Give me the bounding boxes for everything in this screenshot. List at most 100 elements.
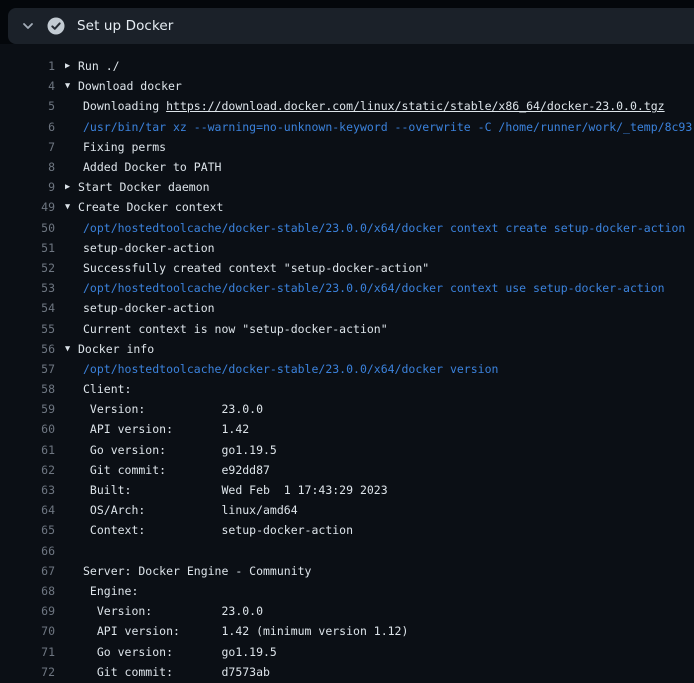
log-line-number[interactable]: 69 [0, 604, 55, 618]
log-line-number[interactable]: 62 [0, 463, 55, 477]
log-text-prefix: Downloading [83, 99, 166, 113]
log-line-number[interactable]: 56 [0, 342, 55, 356]
log-line: 65 Context: setup-docker-action [0, 520, 694, 540]
group-expanded-arrow-icon[interactable]: ▼ [65, 81, 78, 91]
log-line-number[interactable]: 52 [0, 261, 55, 275]
log-command-text: /opt/hostedtoolcache/docker-stable/23.0.… [83, 362, 498, 376]
log-line-number[interactable]: 66 [0, 544, 55, 558]
log-line-number[interactable]: 49 [0, 200, 55, 214]
log-line-number[interactable]: 70 [0, 624, 55, 638]
log-line: 63 Built: Wed Feb 1 17:43:29 2023 [0, 480, 694, 500]
group-expanded-arrow-icon[interactable]: ▼ [65, 344, 78, 354]
log-line: 6/usr/bin/tar xz --warning=no-unknown-ke… [0, 117, 694, 137]
log-line-number[interactable]: 7 [0, 140, 55, 154]
group-collapsed-arrow-icon[interactable]: ▶ [65, 61, 78, 71]
log-line: 54 setup-docker-action [0, 298, 694, 318]
group-collapsed-arrow-icon[interactable]: ▶ [65, 182, 78, 192]
log-line-number[interactable]: 55 [0, 322, 55, 336]
log-text: Go version: go1.19.5 [83, 645, 277, 659]
log-body: 1▶Run ./4▼Download docker5Downloading ht… [0, 44, 694, 683]
log-line-number[interactable]: 8 [0, 160, 55, 174]
log-line-number[interactable]: 9 [0, 180, 55, 194]
log-line: 62 Git commit: e92dd87 [0, 460, 694, 480]
log-text: Downloading https://download.docker.com/… [83, 99, 665, 113]
log-line-number[interactable]: 63 [0, 483, 55, 497]
log-line: 60 API version: 1.42 [0, 419, 694, 439]
log-line-number[interactable]: 68 [0, 584, 55, 598]
log-line-number[interactable]: 51 [0, 241, 55, 255]
log-command-text: /opt/hostedtoolcache/docker-stable/23.0.… [83, 221, 694, 235]
chevron-down-icon[interactable] [21, 19, 35, 33]
log-line-number[interactable]: 4 [0, 79, 55, 93]
log-text: Built: Wed Feb 1 17:43:29 2023 [83, 483, 388, 497]
log-line-number[interactable]: 71 [0, 645, 55, 659]
log-text: Context: setup-docker-action [83, 523, 353, 537]
log-line: 8 Added Docker to PATH [0, 157, 694, 177]
log-text: Version: 23.0.0 [83, 604, 263, 618]
log-text: OS/Arch: linux/amd64 [83, 503, 298, 517]
log-text: Server: Docker Engine - Community [83, 564, 311, 578]
log-text: Added Docker to PATH [83, 160, 221, 174]
log-line-number[interactable]: 65 [0, 523, 55, 537]
log-text: setup-docker-action [83, 241, 215, 255]
log-line-number[interactable]: 64 [0, 503, 55, 517]
log-line: 7 Fixing perms [0, 137, 694, 157]
log-line-number[interactable]: 54 [0, 301, 55, 315]
log-line: 69 Version: 23.0.0 [0, 601, 694, 621]
log-command-text: /usr/bin/tar xz --warning=no-unknown-key… [83, 120, 692, 134]
log-line-number[interactable]: 50 [0, 221, 55, 235]
log-group-row[interactable]: 49 ▼Create Docker context [0, 197, 694, 217]
log-line: 58 Client: [0, 379, 694, 399]
group-expanded-arrow-icon[interactable]: ▼ [65, 202, 78, 212]
log-text: Version: 23.0.0 [83, 402, 263, 416]
log-text: Client: [83, 382, 131, 396]
log-text: Successfully created context "setup-dock… [83, 261, 429, 275]
log-line: 70 API version: 1.42 (minimum version 1.… [0, 621, 694, 641]
log-line-number[interactable]: 59 [0, 402, 55, 416]
log-group-row[interactable]: 1 ▶Run ./ [0, 56, 694, 76]
log-line-number[interactable]: 5 [0, 99, 55, 113]
check-circle-icon [47, 17, 65, 35]
log-line: 57/opt/hostedtoolcache/docker-stable/23.… [0, 359, 694, 379]
log-text: Git commit: d7573ab [83, 665, 270, 679]
log-line-number[interactable]: 67 [0, 564, 55, 578]
log-line: 52 Successfully created context "setup-do… [0, 258, 694, 278]
log-group-row[interactable]: 9 ▶Start Docker daemon [0, 177, 694, 197]
log-group-row[interactable]: 4▼Download docker [0, 76, 694, 96]
log-text: API version: 1.42 (minimum version 1.12) [83, 624, 408, 638]
log-line: 61 Go version: go1.19.5 [0, 440, 694, 460]
log-line: 66 [0, 541, 694, 561]
log-group-row[interactable]: 56 ▼Docker info [0, 339, 694, 359]
log-text: Fixing perms [83, 140, 166, 154]
log-line: 55 Current context is now "setup-docker-a… [0, 318, 694, 338]
log-line: 64 OS/Arch: linux/amd64 [0, 500, 694, 520]
log-line: 67 Server: Docker Engine - Community [0, 561, 694, 581]
log-text: Current context is now "setup-docker-act… [83, 322, 388, 336]
log-line: 71 Go version: go1.19.5 [0, 641, 694, 661]
log-command-text: /opt/hostedtoolcache/docker-stable/23.0.… [83, 281, 665, 295]
log-text: setup-docker-action [83, 301, 215, 315]
log-line: 50/opt/hostedtoolcache/docker-stable/23.… [0, 218, 694, 238]
log-group-title: Docker info [78, 342, 154, 356]
log-line: 51 setup-docker-action [0, 238, 694, 258]
log-link[interactable]: https://download.docker.com/linux/static… [166, 99, 665, 113]
step-title: Set up Docker [77, 18, 173, 34]
log-line-number[interactable]: 53 [0, 281, 55, 295]
log-line-number[interactable]: 58 [0, 382, 55, 396]
log-line: 68 Engine: [0, 581, 694, 601]
log-text: Go version: go1.19.5 [83, 443, 277, 457]
log-group-title: Create Docker context [78, 200, 223, 214]
log-line-number[interactable]: 72 [0, 665, 55, 679]
log-group-title: Run ./ [78, 59, 120, 73]
log-line-number[interactable]: 1 [0, 59, 55, 73]
step-header[interactable]: Set up Docker [8, 8, 694, 44]
log-line-number[interactable]: 61 [0, 443, 55, 457]
log-text: Git commit: e92dd87 [83, 463, 270, 477]
log-line: 59 Version: 23.0.0 [0, 399, 694, 419]
log-line-number[interactable]: 57 [0, 362, 55, 376]
log-line-number[interactable]: 60 [0, 422, 55, 436]
log-text: API version: 1.42 [83, 422, 249, 436]
log-line-number[interactable]: 6 [0, 120, 55, 134]
log-group-title: Start Docker daemon [78, 180, 210, 194]
log-text: Engine: [83, 584, 138, 598]
